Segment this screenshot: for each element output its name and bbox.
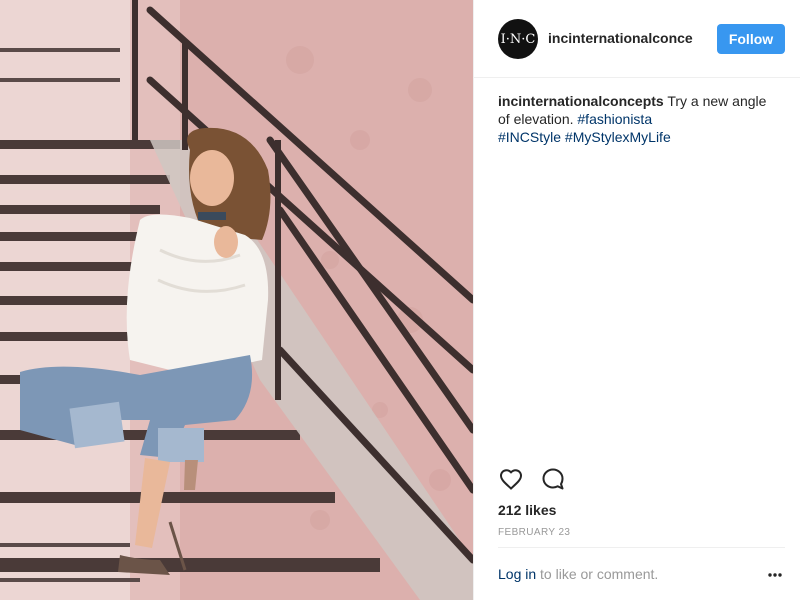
post-header: I·N·C incinternationalconce Follow xyxy=(474,0,800,78)
likes-count[interactable]: 212 likes xyxy=(498,502,556,518)
login-suffix-text: to like or comment. xyxy=(536,566,659,582)
post-caption: incinternationalconcepts Try a new angle… xyxy=(498,92,778,146)
post-actions xyxy=(498,466,566,494)
post-date: FEBRUARY 23 xyxy=(498,527,571,538)
brand-logo: I·N·C xyxy=(500,31,536,47)
post-photo-illustration xyxy=(0,0,473,600)
hashtag-link[interactable]: #fashionista xyxy=(577,111,652,127)
login-link[interactable]: Log in xyxy=(498,566,536,582)
avatar[interactable]: I·N·C xyxy=(498,19,538,59)
follow-button[interactable]: Follow xyxy=(717,24,785,54)
hashtag-link[interactable]: #MyStylexMyLife xyxy=(565,129,671,145)
instagram-post: I·N·C incinternationalconce Follow incin… xyxy=(0,0,800,600)
username-link[interactable]: incinternationalconce xyxy=(548,30,693,46)
caption-username[interactable]: incinternationalconcepts xyxy=(498,93,664,109)
hashtag-link[interactable]: #INCStyle xyxy=(498,129,561,145)
login-prompt: Log in to like or comment. xyxy=(498,566,658,582)
post-details-panel: I·N·C incinternationalconce Follow incin… xyxy=(473,0,800,600)
post-photo[interactable] xyxy=(0,0,473,600)
comment-icon[interactable] xyxy=(540,466,566,492)
more-options-icon[interactable] xyxy=(765,568,785,582)
post-footer: Log in to like or comment. xyxy=(498,547,785,600)
heart-icon[interactable] xyxy=(498,466,524,492)
